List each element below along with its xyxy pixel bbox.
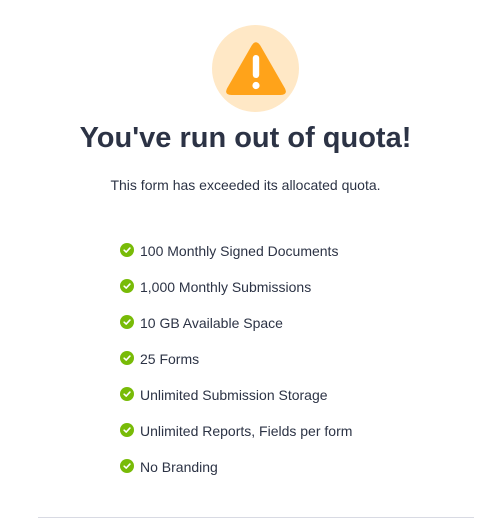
feature-item: 100 Monthly Signed Documents	[120, 234, 352, 270]
check-circle-icon	[120, 387, 134, 401]
feature-label: 10 GB Available Space	[140, 315, 283, 331]
check-circle-icon	[120, 423, 134, 437]
feature-label: Unlimited Reports, Fields per form	[140, 423, 353, 439]
warning-icon	[225, 41, 286, 95]
feature-label: Unlimited Submission Storage	[140, 387, 328, 403]
quota-description: This form has exceeded its allocated quo…	[110, 177, 381, 193]
feature-item: 10 GB Available Space	[120, 306, 352, 342]
check-circle-icon	[120, 351, 134, 365]
feature-label: 25 Forms	[140, 351, 200, 367]
warning-icon-circle	[212, 25, 299, 112]
check-circle-icon	[120, 243, 134, 257]
feature-list: 100 Monthly Signed Documents 1,000 Month…	[120, 234, 352, 486]
feature-label: 1,000 Monthly Submissions	[140, 279, 312, 295]
feature-label: No Branding	[140, 459, 218, 475]
check-circle-icon	[120, 459, 134, 473]
feature-item: Unlimited Reports, Fields per form	[120, 414, 352, 450]
feature-label: 100 Monthly Signed Documents	[140, 243, 339, 259]
check-circle-icon	[120, 279, 134, 293]
feature-item: No Branding	[120, 450, 352, 486]
feature-item: Unlimited Submission Storage	[120, 378, 352, 414]
page-title: You've run out of quota!	[79, 122, 412, 154]
divider	[38, 517, 474, 518]
check-circle-icon	[120, 315, 134, 329]
feature-item: 1,000 Monthly Submissions	[120, 270, 352, 306]
feature-item: 25 Forms	[120, 342, 352, 378]
